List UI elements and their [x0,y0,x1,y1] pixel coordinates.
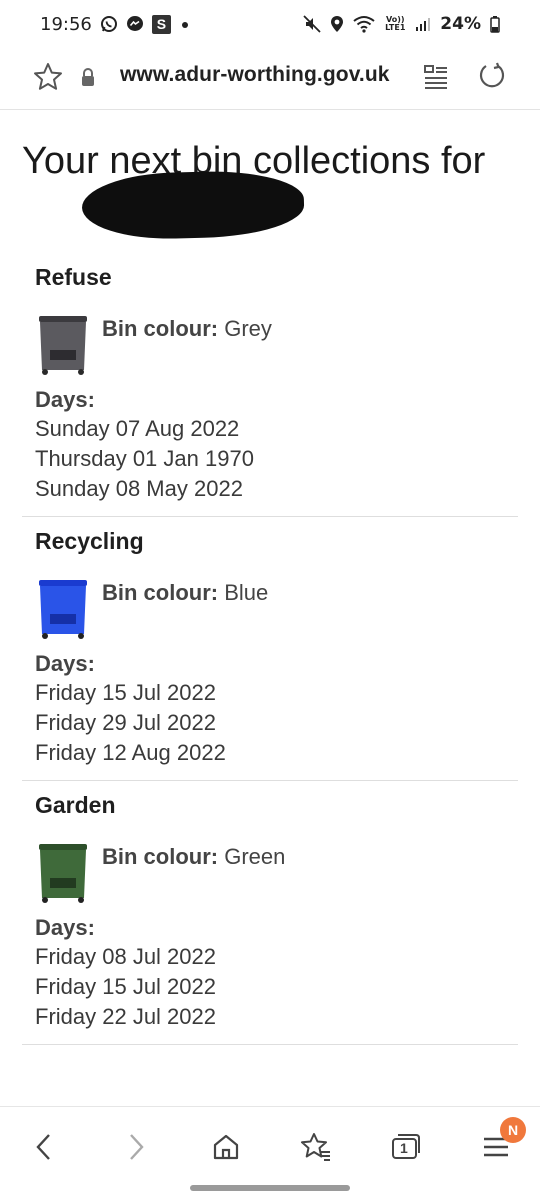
grey-bin-icon [39,316,87,375]
battery-percent: 24% [440,14,481,34]
home-button[interactable] [206,1127,246,1167]
wifi-icon [353,15,375,33]
s-app-icon: S [151,14,171,34]
bin-colour-value: Grey [224,316,272,341]
forward-button[interactable] [116,1127,156,1167]
home-indicator[interactable] [190,1185,350,1191]
bin-heading: Garden [35,792,116,818]
browser-bottom-toolbar: 1 N [0,1106,540,1186]
bin-colour-line: Bin colour: Blue [102,580,268,606]
dot-icon [179,18,191,30]
bin-colour-value: Green [224,844,286,869]
reader-mode-icon[interactable] [422,63,450,96]
forward-icon [130,1134,144,1160]
home-icon [213,1134,239,1160]
bookmarks-icon [301,1133,330,1161]
collection-day: Friday 12 Aug 2022 [35,740,226,765]
bin-colour-line: Bin colour: Grey [102,316,272,342]
battery-icon [490,15,500,33]
bin-colour-value: Blue [224,580,269,605]
bin-colour-label: Bin colour: [102,580,219,605]
bin-heading: Recycling [35,528,144,554]
signal-icon [415,16,431,32]
days-label: Days: [35,651,95,676]
collection-day: Friday 22 Jul 2022 [35,1004,216,1029]
blue-bin-icon [39,580,87,639]
collection-day: Friday 29 Jul 2022 [35,710,216,735]
back-icon [36,1134,50,1160]
collection-day: Friday 08 Jul 2022 [35,944,216,969]
bin-section-garden: Garden Bin colour: Green Days: Friday 08… [22,792,518,1045]
collection-day: Thursday 01 Jan 1970 [35,446,254,471]
whatsapp-icon [100,15,118,33]
menu-button[interactable]: N [476,1117,526,1167]
address-bar: www.adur-worthing.gov.uk [0,48,540,110]
url-text[interactable]: www.adur-worthing.gov.uk [120,63,390,87]
bin-heading: Refuse [35,264,112,290]
bookmark-star-icon[interactable] [32,61,64,98]
bin-section-recycling: Recycling Bin colour: Blue Days: Friday … [22,528,518,781]
status-bar: 19:56 S Vo)) LTE1 24% [0,0,540,48]
location-icon [330,15,344,33]
green-bin-icon [39,844,87,903]
collection-day: Friday 15 Jul 2022 [35,974,216,999]
mute-icon [303,15,321,33]
reload-icon[interactable] [476,60,508,97]
bin-colour-label: Bin colour: [102,844,219,869]
bin-colour-label: Bin colour: [102,316,219,341]
collection-day: Friday 15 Jul 2022 [35,680,216,705]
status-time: 19:56 [40,13,92,35]
messenger-icon [126,15,144,33]
notification-badge: N [500,1117,526,1143]
bookmarks-button[interactable] [296,1127,336,1167]
days-label: Days: [35,387,95,412]
collection-day: Sunday 08 May 2022 [35,476,243,501]
back-button[interactable] [24,1127,64,1167]
tabs-button[interactable]: 1 [386,1127,426,1167]
tabs-count: 1 [400,1140,408,1156]
collection-day: Sunday 07 Aug 2022 [35,416,240,441]
days-label: Days: [35,915,95,940]
bin-section-refuse: Refuse Bin colour: Grey Days: Sunday 07 … [22,264,518,517]
lock-icon[interactable] [80,67,96,92]
bin-colour-line: Bin colour: Green [102,844,285,870]
volte-icon: Vo)) LTE1 [385,15,406,32]
